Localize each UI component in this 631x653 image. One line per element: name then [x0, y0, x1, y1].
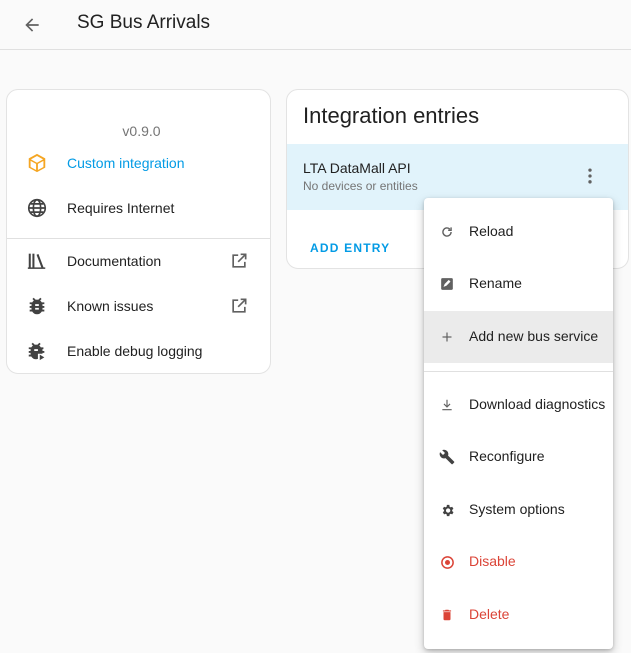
- menu-item-add-bus-service[interactable]: Add new bus service: [424, 311, 613, 363]
- plus-icon: [437, 327, 457, 347]
- enable-debug-logging-button[interactable]: Enable debug logging: [7, 331, 270, 371]
- menu-divider: [424, 371, 613, 372]
- menu-item-label: Add new bus service: [469, 328, 599, 344]
- menu-item-label: Reload: [469, 223, 514, 239]
- menu-item-download-diagnostics[interactable]: Download diagnostics: [424, 379, 613, 431]
- requires-internet-label: Requires Internet: [67, 200, 175, 216]
- top-bar: SG Bus Arrivals: [0, 0, 631, 50]
- integration-info-card: v0.9.0 Custom integration Requires Inter…: [6, 89, 271, 374]
- entry-status: No devices or entities: [303, 179, 418, 193]
- version-label: v0.9.0: [122, 123, 161, 139]
- download-icon: [437, 395, 457, 415]
- known-issues-label: Known issues: [67, 298, 154, 314]
- enable-debug-logging-label: Enable debug logging: [67, 343, 203, 359]
- menu-item-reload[interactable]: Reload: [424, 206, 613, 258]
- menu-item-delete[interactable]: Delete: [424, 589, 613, 641]
- custom-integration-row: Custom integration: [7, 143, 270, 183]
- globe-icon: [25, 196, 49, 220]
- info-divider: [7, 238, 270, 239]
- book-icon: [25, 249, 49, 273]
- disable-icon: [437, 552, 457, 572]
- menu-item-label: Disable: [469, 553, 516, 569]
- entry-name: LTA DataMall API: [303, 160, 411, 176]
- menu-item-reconfigure[interactable]: Reconfigure: [424, 431, 613, 483]
- more-vertical-icon: [588, 168, 592, 184]
- documentation-link[interactable]: Documentation: [7, 241, 270, 281]
- entries-title: Integration entries: [303, 103, 480, 128]
- known-issues-link[interactable]: Known issues: [7, 286, 270, 326]
- page-title: SG Bus Arrivals: [77, 12, 211, 33]
- custom-integration-label: Custom integration: [67, 155, 185, 171]
- menu-item-label: Delete: [469, 606, 510, 622]
- requires-internet-row: Requires Internet: [7, 188, 270, 228]
- open-in-new-icon[interactable]: [228, 250, 250, 272]
- trash-icon: [437, 605, 457, 625]
- rename-icon: [437, 274, 457, 294]
- bug-icon: [25, 294, 49, 318]
- overflow-menu-button[interactable]: [578, 164, 602, 188]
- add-entry-button[interactable]: ADD ENTRY: [310, 241, 390, 255]
- open-in-new-icon[interactable]: [228, 295, 250, 317]
- documentation-label: Documentation: [67, 253, 162, 269]
- bug-play-icon: [25, 339, 49, 363]
- gear-icon: [437, 500, 457, 520]
- menu-item-label: Reconfigure: [469, 448, 545, 464]
- package-icon: [25, 151, 49, 175]
- menu-item-label: Rename: [469, 275, 522, 291]
- menu-item-label: System options: [469, 501, 565, 517]
- wrench-icon: [437, 447, 457, 467]
- arrow-left-icon: [25, 18, 39, 32]
- back-button[interactable]: [18, 11, 46, 39]
- menu-item-disable[interactable]: Disable: [424, 536, 613, 588]
- entry-overflow-menu: Reload Rename Add new bus service Downlo…: [424, 198, 613, 649]
- menu-item-rename[interactable]: Rename: [424, 258, 613, 310]
- menu-item-system-options[interactable]: System options: [424, 484, 613, 536]
- menu-item-label: Download diagnostics: [469, 396, 606, 412]
- reload-icon: [437, 222, 457, 242]
